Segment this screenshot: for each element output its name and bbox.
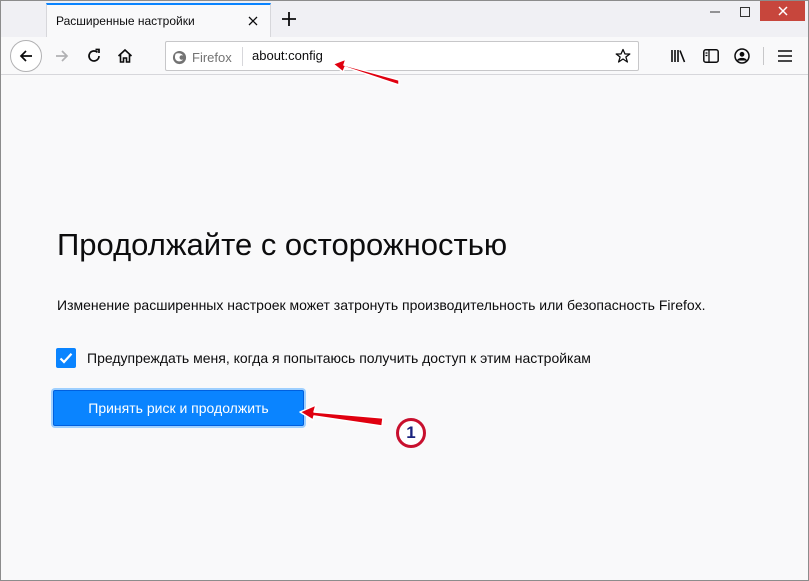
identity-label: Firefox [192, 49, 232, 65]
step-number-badge: 1 [396, 418, 426, 448]
new-tab-button[interactable] [277, 7, 301, 31]
menu-icon [778, 50, 792, 62]
browser-window: Расширенные настройки Firefox about:conf… [0, 0, 809, 581]
firefox-icon [172, 50, 187, 64]
main-menu-button[interactable] [770, 41, 800, 71]
bookmark-star-button[interactable] [613, 46, 633, 66]
close-icon [248, 16, 258, 26]
home-button[interactable] [110, 41, 140, 71]
sidebar-button[interactable] [696, 41, 726, 71]
back-icon [19, 50, 32, 62]
accept-risk-button[interactable]: Принять риск и продолжить [53, 390, 304, 426]
tab-advanced-settings[interactable]: Расширенные настройки [46, 3, 271, 37]
url-input[interactable]: about:config [252, 48, 323, 63]
close-icon [777, 6, 788, 16]
library-icon [671, 50, 686, 63]
identity-box[interactable]: Firefox [172, 48, 232, 66]
reload-icon [88, 48, 100, 62]
url-bar[interactable]: Firefox about:config [165, 41, 639, 71]
forward-button[interactable] [47, 41, 77, 71]
home-icon [117, 48, 133, 63]
window-controls [700, 1, 808, 29]
navigation-toolbar: Firefox about:config [1, 37, 808, 75]
close-window-button[interactable] [760, 1, 805, 21]
star-icon [615, 48, 631, 63]
minimize-icon [710, 11, 720, 13]
account-icon [734, 48, 750, 64]
maximize-icon [740, 7, 750, 17]
plus-icon [282, 12, 296, 26]
warning-description: Изменение расширенных настроек может зат… [57, 297, 706, 313]
toolbar-separator [763, 47, 764, 65]
page-content: Продолжайте с осторожностью Изменение ра… [1, 76, 808, 580]
warn-checkbox-label: Предупреждать меня, когда я попытаюсь по… [87, 350, 591, 366]
library-button[interactable] [664, 41, 694, 71]
tab-title: Расширенные настройки [56, 14, 195, 28]
tab-strip: Расширенные настройки [1, 1, 808, 37]
warn-checkbox-row[interactable]: Предупреждать меня, когда я попытаюсь по… [56, 348, 591, 368]
warn-checkbox[interactable] [56, 348, 76, 368]
account-button[interactable] [727, 41, 757, 71]
page-title: Продолжайте с осторожностью [57, 227, 508, 262]
identity-separator [242, 47, 243, 66]
forward-icon [56, 50, 69, 62]
maximize-button[interactable] [730, 1, 760, 23]
sidebar-icon [703, 49, 719, 63]
minimize-button[interactable] [700, 1, 730, 23]
reload-button[interactable] [79, 41, 109, 71]
checkmark-icon [59, 353, 73, 364]
back-button[interactable] [10, 40, 42, 72]
close-tab-button[interactable] [242, 10, 264, 32]
